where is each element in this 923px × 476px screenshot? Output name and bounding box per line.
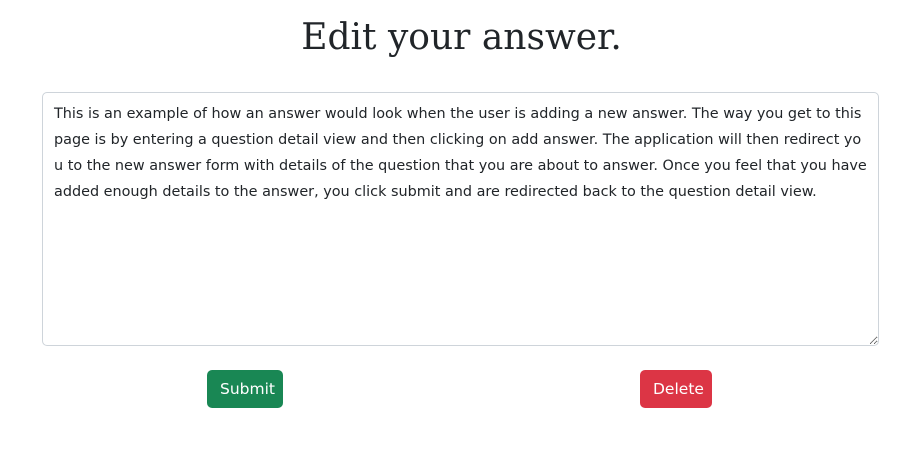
delete-button[interactable]: Delete xyxy=(640,370,712,408)
submit-button[interactable]: Submit xyxy=(207,370,283,408)
page-title: Edit your answer. xyxy=(301,17,622,58)
answer-textarea[interactable]: This is an example of how an answer woul… xyxy=(42,92,879,346)
